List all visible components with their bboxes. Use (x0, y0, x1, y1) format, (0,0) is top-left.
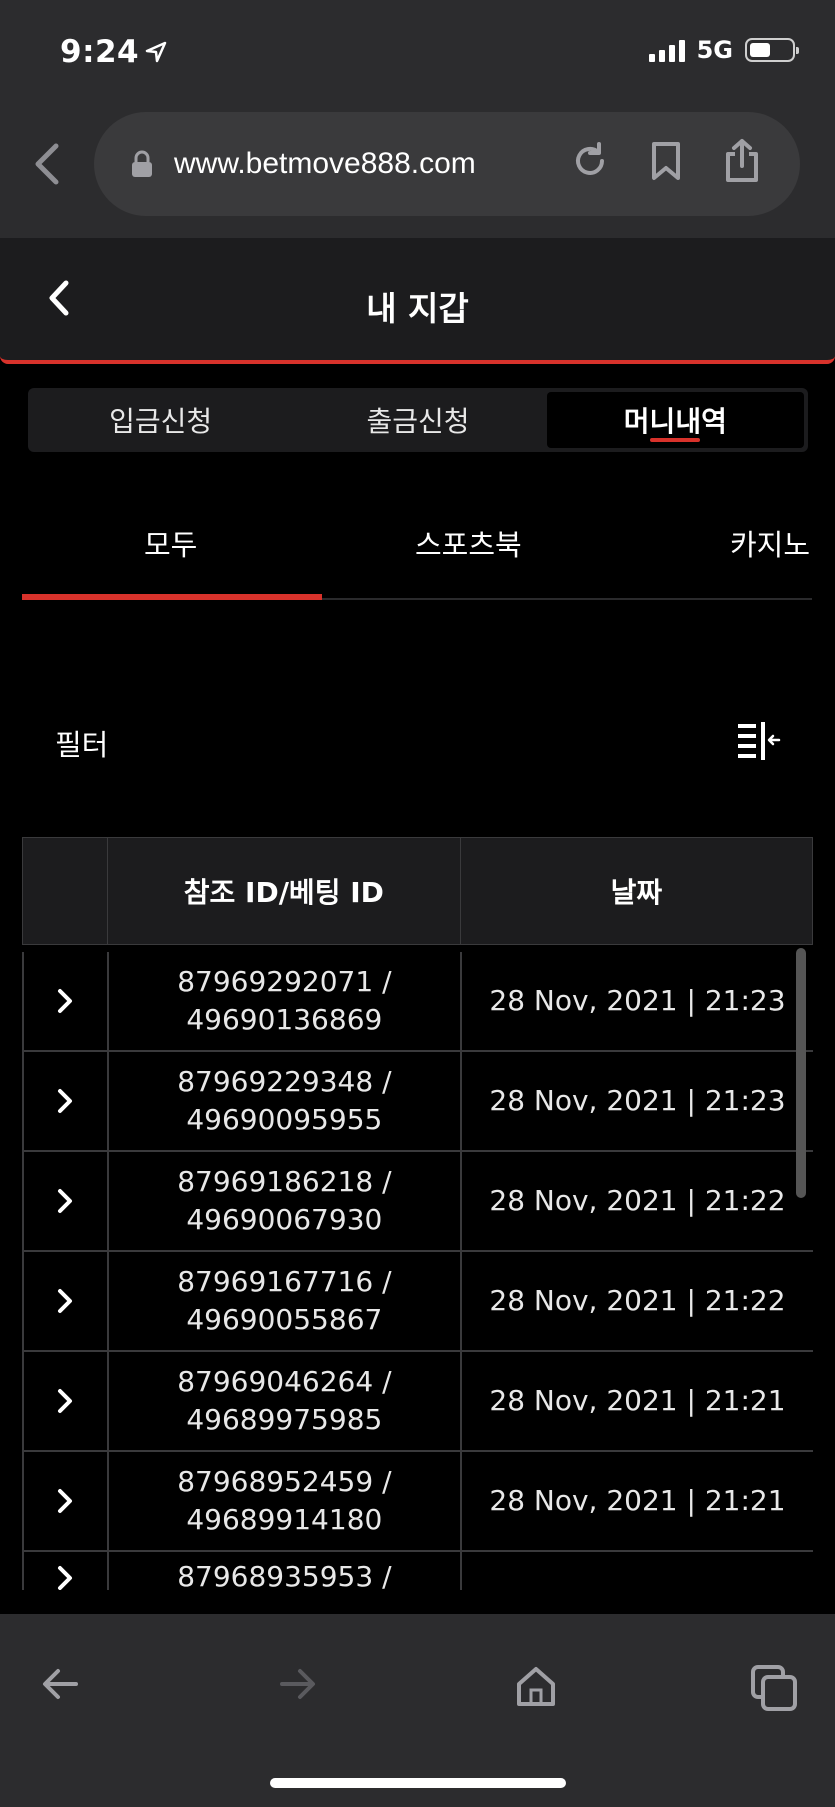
tab-deposit-request[interactable]: 입금신청 (32, 392, 289, 448)
expand-row-button[interactable] (24, 1152, 109, 1250)
table-header: 참조 ID/베팅 ID 날짜 (22, 837, 813, 945)
expand-row-button[interactable] (24, 1552, 109, 1590)
expand-row-button[interactable] (24, 1252, 109, 1350)
wallet-segment-control: 입금신청 출금신청 머니내역 (28, 388, 808, 452)
category-tab-sportsbook[interactable]: 스포츠북 (415, 522, 522, 564)
tabs-icon (751, 1665, 797, 1711)
battery-icon (745, 38, 799, 62)
status-time: 9:24 (60, 34, 167, 70)
expand-row-button[interactable] (24, 1352, 109, 1450)
network-type: 5G (696, 36, 733, 64)
status-indicators: 5G (648, 36, 799, 64)
expand-row-button[interactable] (24, 1452, 109, 1550)
chevron-right-icon (58, 989, 73, 1013)
reference-id-cell: 87968952459 /49689914180 (109, 1452, 462, 1550)
page-header: 내 지갑 (0, 238, 835, 364)
active-category-indicator (22, 594, 322, 600)
date-cell: 28 Nov, 2021 | 21:21 (489, 1484, 786, 1517)
arrow-right-icon (280, 1669, 315, 1699)
table-row[interactable]: 87968952459 /49689914180 28 Nov, 2021 | … (24, 1452, 813, 1552)
transaction-table[interactable]: 87969292071 /49690136869 28 Nov, 2021 | … (22, 952, 813, 1590)
date-cell: 28 Nov, 2021 | 21:21 (489, 1384, 786, 1417)
expand-row-button[interactable] (24, 952, 109, 1050)
bookmark-icon[interactable] (650, 141, 682, 181)
lock-icon (132, 150, 152, 177)
nav-forward-button[interactable] (278, 1664, 318, 1708)
chevron-right-icon (58, 1566, 73, 1590)
reference-id-cell: 87969229348 /49690095955 (109, 1052, 462, 1150)
chevron-right-icon (58, 1189, 73, 1213)
tab-withdraw-request[interactable]: 출금신청 (289, 392, 546, 448)
share-icon[interactable] (722, 138, 762, 184)
date-cell: 28 Nov, 2021 | 21:23 (489, 1084, 786, 1117)
table-row[interactable]: 87968935953 / (24, 1552, 813, 1590)
reload-icon[interactable] (570, 141, 610, 181)
reference-id-cell: 87969186218 /49690067930 (109, 1152, 462, 1250)
column-header-expand (23, 838, 108, 944)
chevron-right-icon (58, 1389, 73, 1413)
location-arrow-icon (145, 41, 167, 63)
table-row[interactable]: 87969292071 /49690136869 28 Nov, 2021 | … (24, 952, 813, 1052)
category-tabs: 모두 스포츠북 카지노 (22, 500, 812, 600)
tabs-button[interactable] (750, 1664, 798, 1716)
table-row[interactable]: 87969167716 /49690055867 28 Nov, 2021 | … (24, 1252, 813, 1352)
column-header-reference-id: 참조 ID/베팅 ID (108, 838, 461, 944)
reference-id-cell: 87969046264 /49689975985 (109, 1352, 462, 1450)
category-tab-all[interactable]: 모두 (144, 522, 197, 564)
home-icon (517, 1667, 555, 1706)
address-bar[interactable]: www.betmove888.com (94, 112, 800, 216)
tab-money-history[interactable]: 머니내역 (546, 392, 804, 448)
reference-id-cell: 87969292071 /49690136869 (109, 952, 462, 1050)
filter-toggle-icon[interactable] (736, 720, 782, 764)
category-tab-casino[interactable]: 카지노 (730, 522, 810, 564)
nav-back-button[interactable] (40, 1664, 80, 1708)
expand-row-button[interactable] (24, 1052, 109, 1150)
arrow-left-icon (43, 1669, 78, 1699)
cellular-signal-icon (648, 38, 685, 62)
filter-label: 필터 (55, 728, 109, 762)
chevron-right-icon (58, 1489, 73, 1513)
home-indicator (270, 1778, 566, 1788)
browser-chrome: 9:24 5G www.betmove888.com (0, 0, 835, 238)
reference-id-cell: 87969167716 /49690055867 (109, 1252, 462, 1350)
url-text[interactable]: www.betmove888.com (174, 147, 476, 181)
page-title: 내 지갑 (366, 289, 469, 328)
date-cell: 28 Nov, 2021 | 21:22 (489, 1284, 786, 1317)
chevron-right-icon (58, 1289, 73, 1313)
column-header-date: 날짜 (610, 876, 663, 909)
browser-back-icon[interactable] (30, 140, 66, 192)
table-scrollbar[interactable] (796, 948, 806, 1198)
table-row[interactable]: 87969229348 /49690095955 28 Nov, 2021 | … (24, 1052, 813, 1152)
chevron-right-icon (58, 1089, 73, 1113)
table-row[interactable]: 87969046264 /49689975985 28 Nov, 2021 | … (24, 1352, 813, 1452)
home-button[interactable] (514, 1664, 558, 1712)
date-cell: 28 Nov, 2021 | 21:22 (489, 1184, 786, 1217)
table-row[interactable]: 87969186218 /49690067930 28 Nov, 2021 | … (24, 1152, 813, 1252)
reference-id-cell: 87968935953 / (109, 1552, 462, 1590)
date-cell: 28 Nov, 2021 | 21:23 (489, 984, 786, 1017)
